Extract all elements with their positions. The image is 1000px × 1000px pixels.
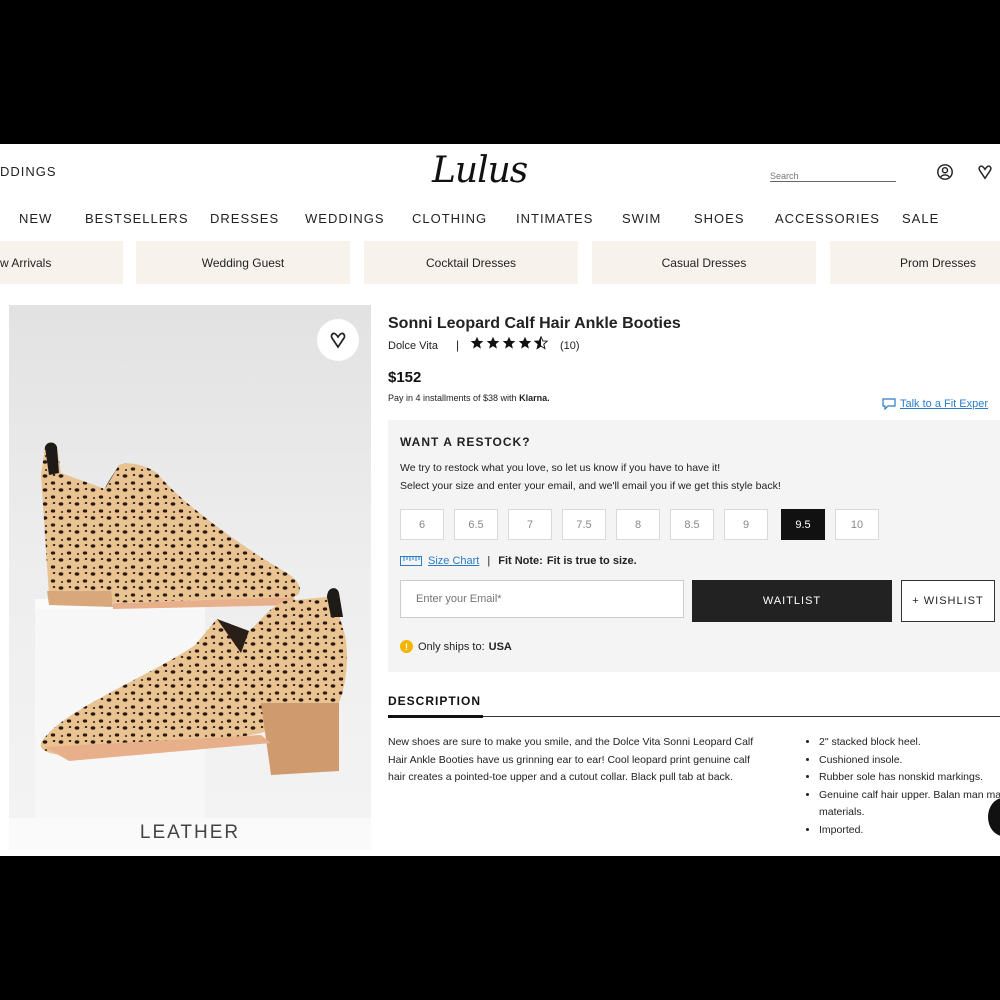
star-icon <box>518 336 532 349</box>
nav-swim[interactable]: SWIM <box>622 211 661 226</box>
nav-bestsellers[interactable]: BESTSELLERS <box>85 211 189 226</box>
fit-note: Fit is true to size. <box>546 555 637 567</box>
size-chart-row: Size Chart | Fit Note: Fit is true to si… <box>400 555 637 567</box>
klarna-installments: Pay in 4 installments of $38 with Klarna… <box>388 393 550 403</box>
heart-icon <box>330 332 346 349</box>
favorite-button[interactable] <box>317 319 359 361</box>
nav-intimates[interactable]: INTIMATES <box>516 211 593 226</box>
waitlist-button[interactable]: WAITLIST <box>692 580 892 622</box>
list-item: Genuine calf hair upper. Balan man made … <box>819 787 1000 822</box>
size-8[interactable]: 8 <box>616 509 660 540</box>
brand-link[interactable]: Dolce Vita <box>388 340 438 352</box>
description-text: New shoes are sure to make you smile, an… <box>388 736 754 783</box>
size-7-5[interactable]: 7.5 <box>562 509 606 540</box>
size-selector: 6 6.5 7 7.5 8 8.5 9 9.5 10 <box>400 509 1000 542</box>
ships-country: USA <box>488 640 512 653</box>
price: $152 <box>388 369 422 386</box>
size-chart-link[interactable]: Size Chart <box>428 555 479 567</box>
nav-new[interactable]: NEW <box>19 211 52 226</box>
image-caption: LEATHER <box>9 818 371 850</box>
restock-text: We try to restock what you love, so let … <box>400 462 721 474</box>
ships-text: Only ships to: <box>418 640 485 653</box>
star-icon <box>502 336 516 349</box>
product-image[interactable]: LEATHER <box>9 305 371 850</box>
nav-accessories[interactable]: ACCESSORIES <box>775 211 880 226</box>
review-count[interactable]: (10) <box>560 340 580 352</box>
alert-icon: ! <box>400 640 413 653</box>
size-9[interactable]: 9 <box>724 509 768 540</box>
lulus-logo[interactable]: Lulus <box>432 150 528 191</box>
brand-separator: | <box>456 338 460 352</box>
list-item: Rubber sole has nonskid markings. <box>819 769 1000 787</box>
ruler-icon <box>400 556 422 566</box>
klarna-logo[interactable]: Klarna. <box>519 393 550 403</box>
wishlist-button[interactable]: + WISHLIST <box>901 580 995 622</box>
klarna-text: Pay in 4 installments of $38 with <box>388 393 517 403</box>
nav-weddings[interactable]: WEDDINGS <box>305 211 385 226</box>
restock-panel: WANT A RESTOCK? We try to restock what y… <box>388 420 1000 672</box>
size-10[interactable]: 10 <box>835 509 879 540</box>
email-field[interactable] <box>400 580 684 618</box>
size-8-5[interactable]: 8.5 <box>670 509 714 540</box>
star-icon <box>470 336 484 349</box>
chip-casual-dresses[interactable]: Casual Dresses <box>592 241 816 284</box>
booties-illustration <box>35 442 347 818</box>
half-star-icon <box>534 336 548 350</box>
star-icon <box>486 336 500 349</box>
fit-expert-label[interactable]: Talk to a Fit Exper <box>900 398 988 410</box>
chip-cocktail-dresses[interactable]: Cocktail Dresses <box>364 241 578 284</box>
size-6-5[interactable]: 6.5 <box>454 509 498 540</box>
list-item: Cushioned insole. <box>819 752 1000 770</box>
search-input[interactable] <box>770 171 890 181</box>
chip-new-arrivals[interactable]: w Arrivals <box>0 241 123 284</box>
fit-note-label: Fit Note: <box>498 555 543 567</box>
list-item: Imported. <box>819 822 1000 840</box>
rating-stars[interactable] <box>470 336 548 350</box>
account-icon[interactable] <box>936 163 954 181</box>
chip-wedding-guest[interactable]: Wedding Guest <box>136 241 350 284</box>
shipping-notice: ! Only ships to: USA <box>400 640 512 653</box>
size-7[interactable]: 7 <box>508 509 552 540</box>
nav-sale[interactable]: SALE <box>902 211 939 226</box>
chat-icon <box>882 398 896 411</box>
fit-separator: | <box>487 555 491 567</box>
active-tab-indicator <box>388 715 483 718</box>
size-9-5-selected[interactable]: 9.5 <box>781 509 825 540</box>
nav-shoes[interactable]: SHOES <box>694 211 745 226</box>
search-box[interactable] <box>770 166 896 182</box>
product-title: Sonni Leopard Calf Hair Ankle Booties <box>388 315 681 332</box>
restock-instructions: Select your size and enter your email, a… <box>400 480 781 492</box>
nav-dresses[interactable]: DRESSES <box>210 211 279 226</box>
fit-expert-link[interactable]: Talk to a Fit Exper <box>882 398 988 411</box>
chip-prom-dresses[interactable]: Prom Dresses <box>830 241 1000 284</box>
weddings-link[interactable]: DDINGS <box>0 164 57 179</box>
tab-description[interactable]: DESCRIPTION <box>388 694 481 708</box>
browser-page: DDINGS Lulus NEW BESTSELLERS DRESSES WED… <box>0 144 1000 856</box>
main-nav: NEW BESTSELLERS DRESSES WEDDINGS CLOTHIN… <box>0 211 1000 227</box>
size-6[interactable]: 6 <box>400 509 444 540</box>
heart-icon[interactable] <box>976 163 994 181</box>
feature-list: 2" stacked block heel. Cushioned insole.… <box>806 734 1000 839</box>
list-item: 2" stacked block heel. <box>819 734 1000 752</box>
nav-clothing[interactable]: CLOTHING <box>412 211 487 226</box>
restock-title: WANT A RESTOCK? <box>400 435 531 449</box>
